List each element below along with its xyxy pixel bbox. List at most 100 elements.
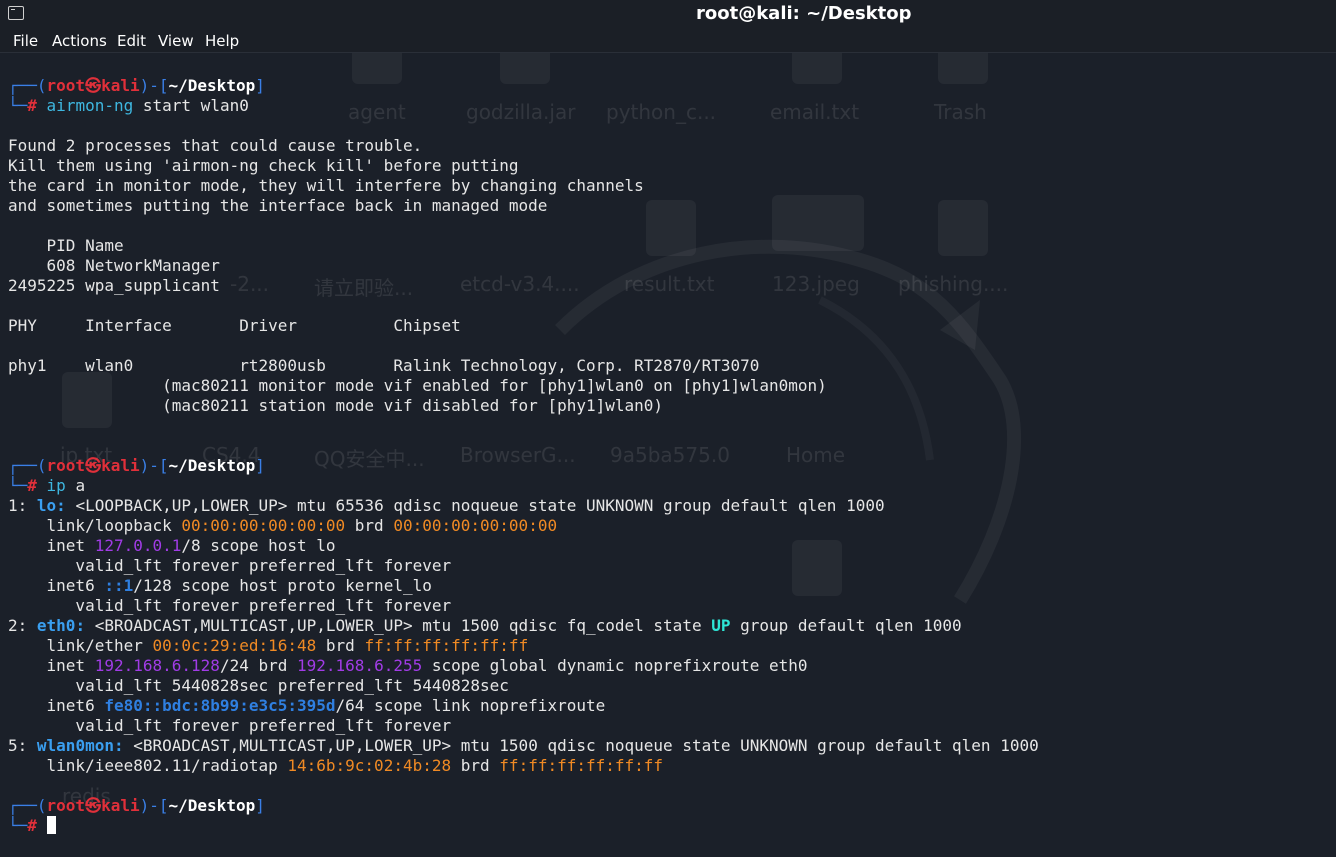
ip-link-line: link/loopback 00:00:00:00:00:00 brd 00:0…: [8, 516, 1328, 536]
inet6-detail: /64 scope link noprefixroute: [335, 696, 606, 715]
window-titlebar[interactable]: root@kali: ~/Desktop: [0, 0, 1336, 30]
ip-valid-line: valid_lft 5440828sec preferred_lft 54408…: [8, 676, 509, 695]
window-title: root@kali: ~/Desktop: [696, 3, 912, 24]
prompt-line: ┌──(root㉿kali)-[~/Desktop]: [8, 76, 1328, 96]
prompt-frame: ]: [255, 456, 265, 475]
prompt-frame: ┌──(: [8, 796, 47, 815]
iface-name: lo:: [36, 496, 66, 515]
output-line: PID Name: [8, 236, 124, 255]
iface-index: 2:: [8, 616, 37, 635]
command-line[interactable]: └─#: [8, 816, 1328, 836]
command-args: a: [65, 476, 86, 495]
ip-iface-line: 1: lo: <LOOPBACK,UP,LOWER_UP> mtu 65536 …: [8, 496, 1328, 516]
ip-inet6-line: inet6 ::1/128 scope host proto kernel_lo: [8, 576, 1328, 596]
ipv4-address: 127.0.0.1: [94, 536, 182, 555]
output-line: phy1 wlan0 rt2800usb Ralink Technology, …: [8, 356, 760, 375]
menu-file[interactable]: File: [13, 32, 38, 50]
ip-iface-line: 5: wlan0mon: <BROADCAST,MULTICAST,UP,LOW…: [8, 736, 1328, 756]
iface-flags: <LOOPBACK,UP,LOWER_UP> mtu 65536 qdisc n…: [65, 496, 885, 515]
output-line: Kill them using 'airmon-ng check kill' b…: [8, 156, 519, 175]
brd-label: brd: [345, 516, 394, 535]
command-line: └─# ip a: [8, 476, 1328, 496]
prompt-host: kali: [101, 76, 140, 95]
ip-inet-line: inet 192.168.6.128/24 brd 192.168.6.255 …: [8, 656, 1328, 676]
inet6-label: inet6: [8, 576, 105, 595]
prompt-frame: ┌──(: [8, 76, 47, 95]
output-line: 2495225 wpa_supplicant: [8, 276, 220, 295]
mac-broadcast: 00:00:00:00:00:00: [393, 516, 558, 535]
iface-state: UP: [711, 616, 731, 635]
ip-link-line: link/ether 00:0c:29:ed:16:48 brd ff:ff:f…: [8, 636, 1328, 656]
output-line: the card in monitor mode, they will inte…: [8, 176, 644, 195]
prompt-at-symbol: ㉿: [85, 76, 102, 95]
prompt-path: ~/Desktop: [168, 76, 256, 95]
prompt-frame: ]: [255, 76, 265, 95]
iface-flags: <BROADCAST,MULTICAST,UP,LOWER_UP> mtu 15…: [85, 616, 712, 635]
prompt-frame: ┌──(: [8, 456, 47, 475]
ip-valid-line: valid_lft forever preferred_lft forever: [8, 596, 452, 615]
prompt-at-symbol: ㉿: [85, 796, 102, 815]
prompt-path: ~/Desktop: [168, 796, 256, 815]
command-args: start wlan0: [133, 96, 249, 115]
menu-help[interactable]: Help: [205, 32, 239, 50]
prompt-host: kali: [101, 456, 140, 475]
prompt-at-symbol: ㉿: [85, 456, 102, 475]
inet6-detail: /128 scope host proto kernel_lo: [133, 576, 432, 595]
iface-flags: group default qlen 1000: [730, 616, 962, 635]
inet-detail: scope global dynamic noprefixroute eth0: [422, 656, 808, 675]
prompt-path: ~/Desktop: [168, 456, 256, 475]
output-line: 608 NetworkManager: [8, 256, 220, 275]
prompt-frame: )-[: [139, 76, 169, 95]
prompt-hash: #: [27, 96, 37, 115]
prompt-host: kali: [101, 796, 140, 815]
iface-name: wlan0mon:: [36, 736, 124, 755]
ip-inet6-line: inet6 fe80::bdc:8b99:e3c5:395d/64 scope …: [8, 696, 1328, 716]
prompt-user: root: [46, 456, 86, 475]
prompt-frame: ]: [255, 796, 265, 815]
link-label: link/ether: [8, 636, 153, 655]
prompt-frame: └─: [8, 476, 28, 495]
inet-label: inet: [8, 656, 95, 675]
inet-detail: /8 scope host lo: [181, 536, 336, 555]
mac-broadcast: ff:ff:ff:ff:ff:ff: [364, 636, 529, 655]
output-line: Found 2 processes that could cause troub…: [8, 136, 423, 155]
ip-iface-line: 2: eth0: <BROADCAST,MULTICAST,UP,LOWER_U…: [8, 616, 1328, 636]
command-line: └─# airmon-ng start wlan0: [8, 96, 1328, 116]
link-label: link/loopback: [8, 516, 182, 535]
output-line: (mac80211 station mode vif disabled for …: [8, 396, 664, 415]
ip-valid-line: valid_lft forever preferred_lft forever: [8, 716, 452, 735]
mac-address: 14:6b:9c:02:4b:28: [287, 756, 452, 775]
iface-index: 1:: [8, 496, 37, 515]
text-cursor[interactable]: [46, 816, 56, 834]
ip-inet-line: inet 127.0.0.1/8 scope host lo: [8, 536, 1328, 556]
output-line: PHY Interface Driver Chipset: [8, 316, 461, 335]
prompt-user: root: [46, 796, 86, 815]
iface-name: eth0:: [36, 616, 86, 635]
prompt-user: root: [46, 76, 86, 95]
prompt-line: ┌──(root㉿kali)-[~/Desktop]: [8, 456, 1328, 476]
mac-broadcast: ff:ff:ff:ff:ff:ff: [499, 756, 664, 775]
mac-address: 00:00:00:00:00:00: [181, 516, 346, 535]
terminal-icon: [8, 6, 24, 20]
link-label: link/ieee802.11/radiotap: [8, 756, 288, 775]
prompt-frame: └─: [8, 816, 28, 835]
ipv4-broadcast: 192.168.6.255: [297, 656, 423, 675]
mac-address: 00:0c:29:ed:16:48: [152, 636, 317, 655]
prompt-hash: #: [27, 476, 37, 495]
menu-actions[interactable]: Actions: [52, 32, 107, 50]
menu-view[interactable]: View: [158, 32, 194, 50]
brd-label: brd: [451, 756, 500, 775]
menu-edit[interactable]: Edit: [117, 32, 146, 50]
iface-flags: <BROADCAST,MULTICAST,UP,LOWER_UP> mtu 15…: [123, 736, 1039, 755]
prompt-hash: #: [27, 816, 37, 835]
output-line: and sometimes putting the interface back…: [8, 196, 548, 215]
prompt-line: ┌──(root㉿kali)-[~/Desktop]: [8, 796, 1328, 816]
output-line: (mac80211 monitor mode vif enabled for […: [8, 376, 827, 395]
terminal-output[interactable]: ┌──(root㉿kali)-[~/Desktop] └─# airmon-ng…: [8, 76, 1328, 846]
